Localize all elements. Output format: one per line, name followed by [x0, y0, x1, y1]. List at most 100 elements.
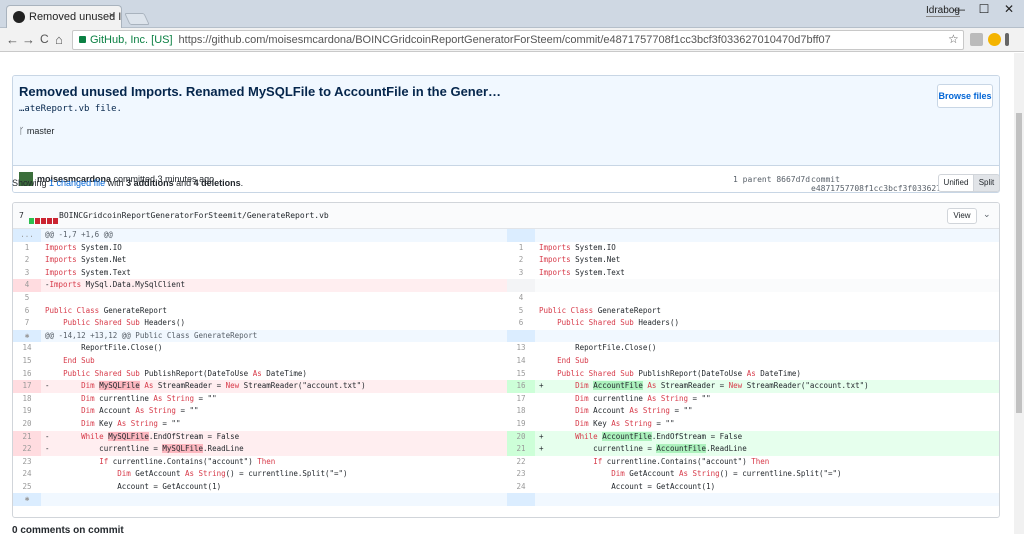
old-code-line: - While MySQLFile.EndOfStream = False — [45, 431, 240, 441]
diffstat-block — [29, 218, 34, 224]
view-file-button[interactable]: View — [947, 208, 977, 224]
tab-close-icon[interactable]: × — [109, 10, 115, 22]
new-line-number[interactable] — [507, 229, 535, 242]
old-line-number[interactable]: 1 — [13, 242, 41, 255]
menu-icon[interactable] — [1005, 33, 1009, 46]
old-line-number[interactable]: 25 — [13, 481, 41, 494]
unified-toggle[interactable]: Unified — [938, 174, 974, 192]
hunk-header-row: ✱ @@ -14,12 +13,12 @@ Public Class Genera… — [13, 329, 999, 343]
commit-title: Removed unused Imports. Renamed MySQLFil… — [19, 84, 502, 99]
old-line-number[interactable]: 20 — [13, 418, 41, 431]
new-code-line: ReportFile.Close() — [539, 343, 657, 353]
old-code-line: - currentline = MySQLFile.ReadLine — [45, 444, 244, 454]
summary-suffix: . — [240, 178, 244, 188]
drive-icon[interactable] — [988, 33, 1001, 46]
new-line-number[interactable]: 18 — [507, 405, 535, 418]
old-line-number[interactable]: 19 — [13, 405, 41, 418]
minimize-button[interactable]: — — [950, 2, 968, 20]
new-line-number[interactable]: 2 — [507, 254, 535, 267]
changed-files-link[interactable]: 1 changed file — [49, 178, 105, 188]
browser-tab[interactable]: Removed unused Impor × — [6, 5, 122, 28]
old-line-number[interactable]: 5 — [13, 292, 41, 305]
old-code-line: Dim Key As String = "" — [81, 418, 181, 428]
new-line-number[interactable]: 15 — [507, 368, 535, 381]
extension-icon[interactable] — [970, 33, 983, 46]
new-line-number[interactable]: 14 — [507, 355, 535, 368]
scrollbar-thumb[interactable] — [1016, 113, 1022, 413]
old-line-number[interactable]: ✱ — [13, 493, 41, 507]
home-button[interactable]: ⌂ — [55, 32, 63, 47]
additions-count: 3 additions — [126, 178, 174, 188]
diff-row: 20 Dim Key As String = "" 19 Dim Key As S… — [13, 418, 999, 431]
new-tab-button[interactable] — [124, 13, 150, 25]
new-line-number[interactable]: 16 — [507, 380, 535, 393]
change-count: 7 — [19, 211, 24, 220]
old-line-number[interactable]: 22 — [13, 443, 41, 456]
old-line-number[interactable]: 23 — [13, 456, 41, 469]
old-code-line: Dim currentline As String = "" — [81, 393, 217, 403]
diffstat-block — [41, 218, 46, 224]
new-line-number[interactable] — [507, 279, 535, 292]
maximize-button[interactable]: ☐ — [975, 2, 993, 20]
new-line-number[interactable]: 5 — [507, 305, 535, 318]
new-code-line: + Dim AccountFile As StreamReader = New … — [539, 381, 869, 391]
old-line-number[interactable]: 14 — [13, 342, 41, 355]
new-line-number[interactable]: 4 — [507, 292, 535, 305]
old-line-number[interactable]: 21 — [13, 430, 41, 444]
old-line-number[interactable]: 18 — [13, 393, 41, 406]
back-button[interactable]: ← — [6, 32, 19, 47]
diff-row: 3 Imports System.Text 3 Imports System.Text — [13, 267, 999, 280]
old-line-number[interactable]: ✱ — [13, 329, 41, 343]
file-header: 7 BOINCGridcoinReportGeneratorForSteemit… — [13, 203, 999, 229]
address-bar[interactable]: GitHub, Inc. [US] https://github.com/mois… — [72, 30, 964, 50]
new-line-number[interactable]: 17 — [507, 393, 535, 406]
browse-files-button[interactable]: Browse files — [937, 84, 993, 108]
url-text[interactable]: https://github.com/moisesmcardona/BOINCG… — [179, 34, 831, 46]
new-line-number[interactable]: 1 — [507, 242, 535, 255]
branch-name[interactable]: master — [27, 126, 55, 136]
old-code-line: Imports System.Net — [45, 255, 127, 265]
old-line-number[interactable]: 4 — [13, 279, 41, 292]
new-line-number[interactable] — [507, 329, 535, 343]
new-line-number[interactable] — [507, 493, 535, 507]
new-line-number[interactable]: 13 — [507, 342, 535, 355]
old-line-number[interactable]: 17 — [13, 380, 41, 393]
diff-table: ... @@ -1,7 +1,6 @@ 1 Imports System.IO 1 Imp… — [13, 229, 999, 507]
bookmark-star-icon[interactable]: ☆ — [948, 32, 959, 46]
old-line-number[interactable]: 15 — [13, 355, 41, 368]
new-code-line: Imports System.Net — [539, 255, 621, 265]
old-line-number[interactable]: 2 — [13, 254, 41, 267]
new-line-number[interactable]: 22 — [507, 456, 535, 469]
new-line-number[interactable]: 24 — [507, 481, 535, 494]
new-code-line: + While AccountFile.EndOfStream = False — [539, 431, 743, 441]
old-line-number[interactable]: 16 — [13, 368, 41, 381]
diff-row: 7 Public Shared Sub Headers() 6 Public Sh… — [13, 317, 999, 330]
old-line-number[interactable]: 6 — [13, 305, 41, 318]
file-name[interactable]: BOINCGridcoinReportGeneratorForSteemit/G… — [59, 211, 329, 220]
reload-button[interactable]: C — [40, 32, 49, 46]
new-line-number[interactable]: 19 — [507, 418, 535, 431]
new-code-line: Public Shared Sub PublishReport(DateToUs… — [557, 368, 801, 378]
new-line-number[interactable]: 3 — [507, 267, 535, 280]
scrollbar[interactable] — [1014, 53, 1024, 534]
new-code-line: If currentline.Contains("account") Then — [593, 456, 770, 466]
old-line-number[interactable]: 7 — [13, 317, 41, 330]
parent-commit[interactable]: 1 parent 8667d7d — [733, 175, 810, 184]
close-window-button[interactable]: ✕ — [1000, 2, 1018, 20]
new-line-number[interactable]: 6 — [507, 317, 535, 330]
new-line-number[interactable]: 21 — [507, 443, 535, 456]
old-line-number[interactable]: 24 — [13, 468, 41, 481]
old-code-line: If currentline.Contains("account") Then — [99, 456, 276, 466]
split-toggle[interactable]: Split — [973, 174, 1000, 192]
diffstat-block — [47, 218, 52, 224]
new-code-line: Dim Key As String = "" — [575, 418, 675, 428]
forward-button[interactable]: → — [22, 32, 35, 47]
chevron-down-icon[interactable]: ⌄ — [983, 209, 991, 220]
new-code-line — [535, 229, 999, 242]
new-code-line — [535, 330, 999, 343]
diff-row: 14 ReportFile.Close() 13 ReportFile.Close… — [13, 342, 999, 355]
new-line-number[interactable]: 20 — [507, 430, 535, 444]
new-line-number[interactable]: 23 — [507, 468, 535, 481]
old-line-number[interactable]: 3 — [13, 267, 41, 280]
old-line-number[interactable]: ... — [13, 229, 41, 242]
